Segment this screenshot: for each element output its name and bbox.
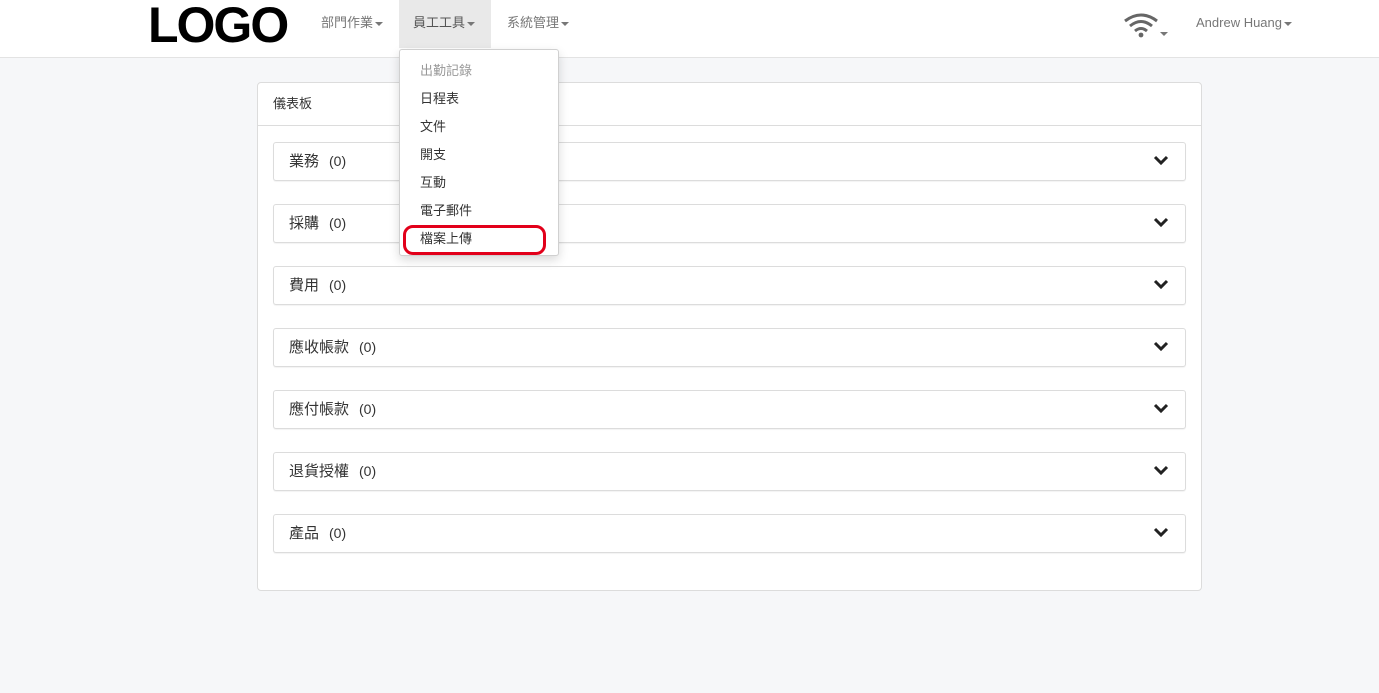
chevron-down-icon [1153, 403, 1169, 414]
accordion-return-authorization[interactable]: 退貨授權 (0) [273, 452, 1186, 491]
dropdown-item-documents[interactable]: 文件 [400, 113, 558, 141]
dropdown-item-label: 出勤記錄 [420, 63, 473, 78]
logo[interactable]: LOGO [148, 0, 289, 50]
accordion-count: (0) [359, 463, 377, 479]
dropdown-item-expenses[interactable]: 開支 [400, 141, 558, 169]
wifi-icon[interactable] [1124, 12, 1170, 40]
accordion-label: 採購 [289, 215, 320, 232]
chevron-down-icon [1153, 279, 1169, 290]
chevron-down-icon [1153, 527, 1169, 538]
accordion-count: (0) [329, 215, 347, 231]
menu-label: 系統管理 [507, 15, 560, 30]
menu-label: 員工工具 [413, 15, 466, 30]
employee-tools-dropdown: 出勤記錄 日程表 文件 開支 互動 電子郵件 檔案上傳 [399, 49, 559, 256]
dropdown-item-label: 日程表 [420, 91, 460, 106]
dropdown-item-attendance: 出勤記錄 [400, 57, 558, 85]
chevron-down-icon [1153, 465, 1169, 476]
user-name: Andrew Huang [1196, 15, 1282, 30]
caret-down-icon [375, 21, 384, 26]
accordion-products[interactable]: 產品 (0) [273, 514, 1186, 553]
chevron-down-icon [1153, 217, 1169, 228]
accordion-accounts-payable[interactable]: 應付帳款 (0) [273, 390, 1186, 429]
accordion-count: (0) [329, 277, 347, 293]
accordion-expenses[interactable]: 費用 (0) [273, 266, 1186, 305]
accordion-count: (0) [359, 401, 377, 417]
dropdown-item-label: 檔案上傳 [420, 231, 473, 246]
top-navbar: LOGO 部門作業 員工工具 系統管理 Andrew Huang [0, 0, 1379, 58]
accordion-label: 業務 [289, 153, 320, 170]
chevron-down-icon [1153, 341, 1169, 352]
dropdown-item-interactions[interactable]: 互動 [400, 169, 558, 197]
menu-employee-tools[interactable]: 員工工具 [399, 0, 491, 48]
accordion-label: 退貨授權 [289, 463, 350, 480]
accordion-count: (0) [329, 153, 347, 169]
dropdown-item-file-upload[interactable]: 檔案上傳 [400, 225, 558, 255]
accordion-label: 費用 [289, 277, 320, 294]
dropdown-item-label: 電子郵件 [420, 203, 473, 218]
dropdown-item-schedule[interactable]: 日程表 [400, 85, 558, 113]
caret-down-icon [467, 21, 476, 26]
dropdown-item-label: 互動 [420, 175, 447, 190]
user-menu[interactable]: Andrew Huang [1184, 0, 1304, 48]
chevron-down-icon [1153, 155, 1169, 166]
accordion-label: 應收帳款 [289, 339, 350, 356]
accordion-count: (0) [329, 525, 347, 541]
accordion-label: 產品 [289, 525, 320, 542]
dropdown-item-label: 開支 [420, 147, 447, 162]
caret-down-icon [561, 21, 570, 26]
dropdown-item-label: 文件 [420, 119, 447, 134]
accordion-label: 應付帳款 [289, 401, 350, 418]
menu-label: 部門作業 [321, 15, 374, 30]
accordion-accounts-receivable[interactable]: 應收帳款 (0) [273, 328, 1186, 367]
accordion-count: (0) [359, 339, 377, 355]
dropdown-item-email[interactable]: 電子郵件 [400, 197, 558, 225]
menu-system-admin[interactable]: 系統管理 [493, 0, 583, 48]
caret-down-icon [1284, 21, 1292, 26]
menu-department-operations[interactable]: 部門作業 [307, 0, 397, 48]
